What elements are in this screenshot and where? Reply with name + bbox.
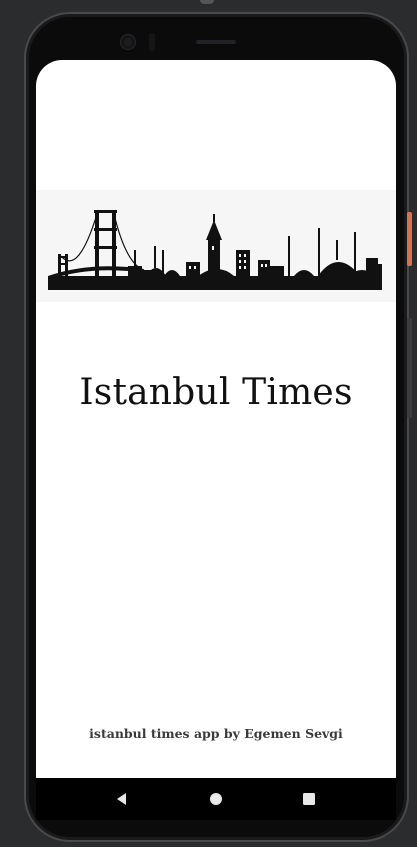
proximity-sensor <box>149 33 155 51</box>
app-title: Istanbul Times <box>79 372 353 413</box>
app-screen: Istanbul Times istanbul times app by Ege… <box>36 60 396 778</box>
earpiece-speaker <box>196 40 236 44</box>
system-navigation-bar <box>36 778 396 820</box>
author-credit: istanbul times app by Egemen Sevgi <box>89 726 343 741</box>
recents-square-icon[interactable] <box>301 791 317 807</box>
emulator-canvas: Istanbul Times istanbul times app by Ege… <box>0 0 417 847</box>
back-triangle-icon[interactable] <box>114 791 130 807</box>
front-camera-icon <box>121 35 135 49</box>
header-banner <box>36 190 396 302</box>
volume-rocker[interactable] <box>407 318 412 418</box>
emulator-handle <box>200 0 214 4</box>
power-button[interactable] <box>407 212 412 266</box>
home-circle-icon[interactable] <box>208 791 224 807</box>
istanbul-skyline-icon <box>48 210 382 290</box>
